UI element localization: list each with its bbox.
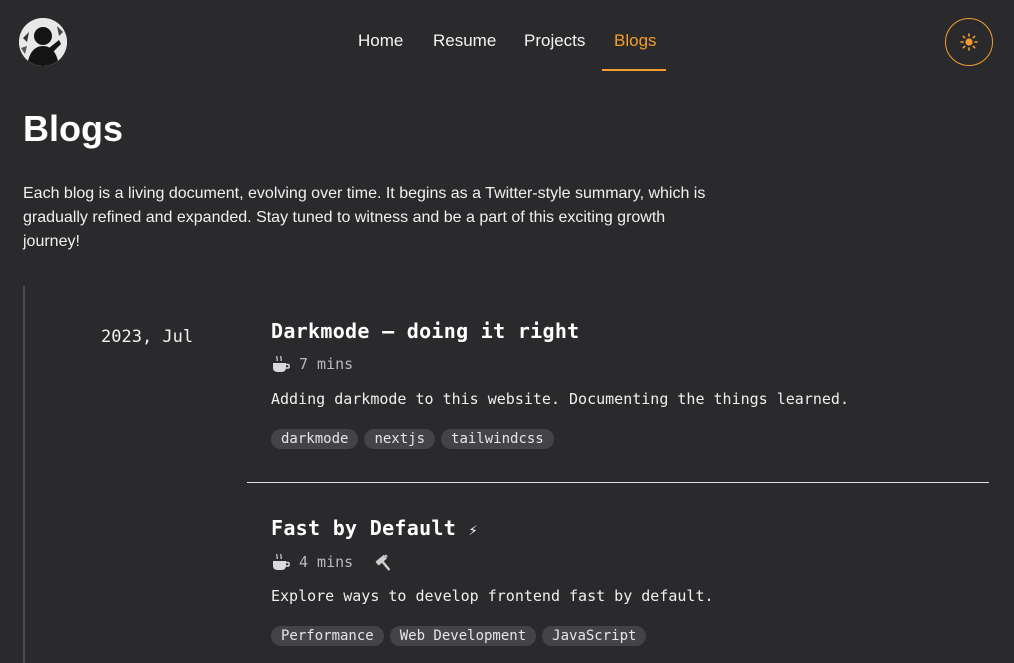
blog-post-title[interactable]: Fast by Default ⚡ — [271, 516, 991, 540]
tag-chip[interactable]: Web Development — [389, 626, 537, 646]
tag-list: Performance Web Development JavaScript — [271, 626, 647, 646]
lightning-icon: ⚡ — [468, 521, 478, 539]
blog-post-card: Darkmode – doing it right 7 mins Adding … — [271, 319, 991, 449]
coffee-cup-icon — [273, 355, 290, 372]
active-nav-indicator — [602, 69, 666, 71]
theme-toggle-button[interactable] — [945, 18, 993, 66]
hammer-icon — [375, 554, 391, 571]
blog-post-title-text: Fast by Default — [271, 516, 457, 540]
read-time: 7 mins — [299, 355, 354, 373]
timeline-date: 2023, Jul — [101, 327, 194, 347]
tag-chip[interactable]: darkmode — [271, 429, 359, 449]
tag-chip[interactable]: tailwindcss — [441, 429, 554, 449]
page-title: Blogs — [23, 108, 124, 149]
blog-post-meta: 4 mins — [271, 552, 397, 572]
sun-icon — [960, 33, 978, 51]
tag-chip[interactable]: Performance — [271, 626, 384, 646]
tag-chip[interactable]: nextjs — [364, 429, 436, 449]
page-intro: Each blog is a living document, evolving… — [23, 185, 706, 250]
nav-resume-link[interactable]: Resume — [433, 31, 496, 51]
tag-list: darkmode nextjs tailwindcss — [271, 429, 554, 449]
blog-post-description: Adding darkmode to this website. Documen… — [271, 390, 849, 408]
tag-chip[interactable]: JavaScript — [542, 626, 647, 646]
blog-post-meta: 7 mins — [271, 355, 353, 373]
read-time: 4 mins — [299, 553, 354, 571]
coffee-cup-icon — [273, 553, 290, 570]
top-bar: Home Resume Projects Blogs — [0, 0, 1014, 84]
nav-blogs-link[interactable]: Blogs — [614, 31, 657, 51]
nav-projects-link[interactable]: Projects — [524, 31, 585, 51]
blog-post-card: Fast by Default ⚡ 4 mins Explore ways to… — [271, 516, 991, 646]
blog-post-description: Explore ways to develop frontend fast by… — [271, 587, 714, 605]
main-nav: Home Resume Projects Blogs — [0, 0, 1014, 72]
post-divider — [247, 482, 989, 483]
timeline-line — [23, 286, 25, 663]
blog-post-title[interactable]: Darkmode – doing it right — [271, 319, 991, 343]
nav-home-link[interactable]: Home — [358, 31, 403, 51]
